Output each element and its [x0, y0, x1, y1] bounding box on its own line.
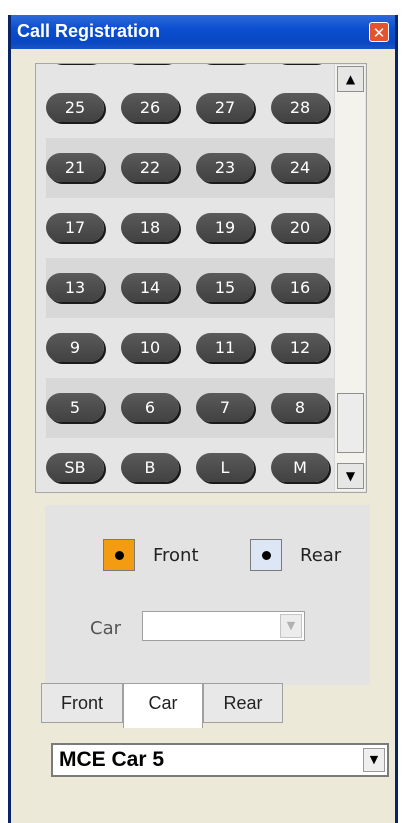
close-icon: ✕	[372, 24, 386, 42]
window-title: Call Registration	[17, 21, 161, 41]
car-selector-dropdown[interactable]: MCE Car 5 ▼	[51, 743, 389, 777]
floor-button-17[interactable]: 17	[46, 213, 104, 242]
view-tabs: Front Car Rear	[41, 683, 341, 728]
floor-button-27[interactable]: 27	[196, 93, 254, 122]
floor-button-5[interactable]: 5	[46, 393, 104, 422]
floor-row: 25 26 27 28	[46, 78, 336, 138]
tab-front[interactable]: Front	[41, 683, 123, 723]
floor-button-18[interactable]: 18	[121, 213, 179, 242]
front-door-indicator-icon	[115, 551, 124, 560]
floor-button-8[interactable]: 8	[271, 393, 329, 422]
floor-row: 5678	[46, 378, 336, 438]
arrow-up-icon: ▲	[345, 72, 356, 86]
floor-button-m[interactable]: M	[271, 453, 329, 482]
chevron-down-icon: ▼	[369, 753, 379, 766]
floor-button-13[interactable]: 13	[46, 273, 104, 302]
floor-button-12[interactable]: 12	[271, 333, 329, 362]
scroll-down-button[interactable]: ▼	[337, 463, 364, 489]
floor-button-14[interactable]: 14	[121, 273, 179, 302]
rear-door-label: Rear	[300, 545, 342, 566]
floor-button-19[interactable]: 19	[196, 213, 254, 242]
floor-button-26[interactable]: 26	[121, 93, 179, 122]
floor-button-sb[interactable]: SB	[46, 453, 104, 482]
floor-button-21[interactable]: 21	[46, 153, 104, 182]
floor-button-b[interactable]: B	[121, 453, 179, 482]
car-select[interactable]: ▼	[142, 611, 305, 641]
floor-row: SB B L M	[46, 438, 336, 492]
front-door-label: Front	[153, 545, 199, 566]
close-button[interactable]: ✕	[369, 22, 389, 42]
car-label: Car	[90, 618, 121, 639]
floor-button-6[interactable]: 6	[121, 393, 179, 422]
tab-car[interactable]: Car	[123, 683, 203, 728]
floor-row: 13 14 15 16	[46, 258, 336, 318]
floor-row: 9 10 11 12	[46, 318, 336, 378]
scroll-thumb[interactable]	[337, 393, 364, 453]
floor-button-l[interactable]: L	[196, 453, 254, 482]
vertical-scrollbar[interactable]: ▲ ▼	[334, 65, 365, 491]
floor-button-9[interactable]: 9	[46, 333, 104, 362]
car-select-dropdown-button[interactable]: ▼	[280, 614, 302, 638]
floor-grid: 25 26 27 28 21 22 23 24 17 18 19 20 13 14 15 16 9 10 11 12 5…	[46, 64, 336, 492]
floor-button-panel: 25 26 27 28 21 22 23 24 17 18 19 20 13 14 15 16 9 10 11 12 5…	[35, 63, 367, 493]
front-door-button[interactable]	[103, 539, 135, 571]
car-selector-value: MCE Car 5	[59, 748, 165, 771]
rear-door-button[interactable]	[250, 539, 282, 571]
floor-button-28[interactable]: 28	[271, 93, 329, 122]
floor-row: 21 22 23 24	[46, 138, 336, 198]
arrow-down-icon: ▼	[345, 469, 356, 483]
floor-button-20[interactable]: 20	[271, 213, 329, 242]
scroll-up-button[interactable]: ▲	[337, 66, 364, 92]
chevron-down-icon: ▼	[286, 619, 296, 632]
floor-button-25[interactable]: 25	[46, 93, 104, 122]
tab-rear[interactable]: Rear	[203, 683, 283, 723]
call-registration-window: Call Registration ✕ 25 26 27 28 21 22 23 24 17 18…	[8, 15, 398, 823]
floor-button-10[interactable]: 10	[121, 333, 179, 362]
door-selection-panel: Front Rear Car ▼	[45, 505, 370, 685]
floor-row: 17 18 19 20	[46, 198, 336, 258]
floor-button-16[interactable]: 16	[271, 273, 329, 302]
floor-button-24[interactable]: 24	[271, 153, 329, 182]
floor-button-11[interactable]: 11	[196, 333, 254, 362]
floor-button-23[interactable]: 23	[196, 153, 254, 182]
floor-button-15[interactable]: 15	[196, 273, 254, 302]
floor-row	[46, 64, 336, 78]
floor-button-22[interactable]: 22	[121, 153, 179, 182]
title-bar: Call Registration ✕	[11, 15, 395, 49]
rear-door-indicator-icon	[262, 551, 271, 560]
car-selector-dropdown-button[interactable]: ▼	[363, 748, 385, 772]
floor-button-7[interactable]: 7	[196, 393, 254, 422]
